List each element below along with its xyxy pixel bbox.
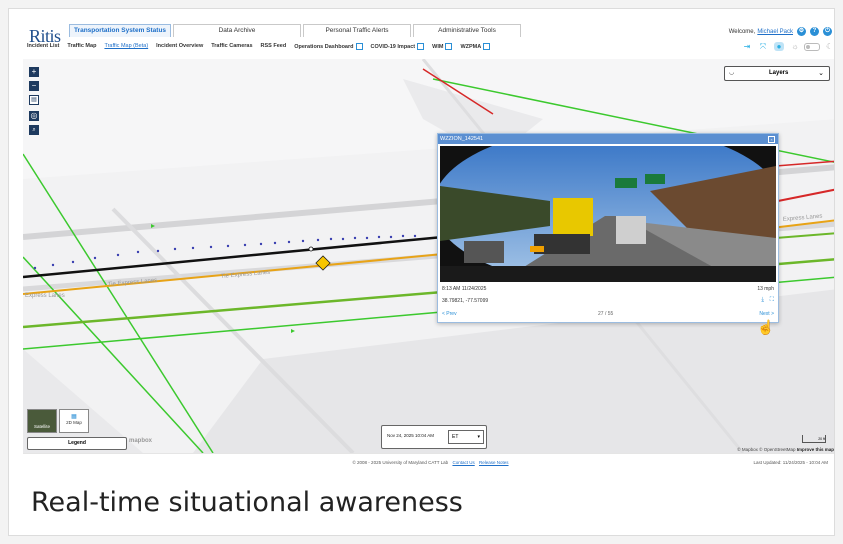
nav-wzpma[interactable]: WZPMA (460, 42, 491, 50)
nav-covid-19-impact[interactable]: COVID-19 Impact (370, 42, 425, 50)
camera-popup-header: WZZION_142541 × (438, 134, 778, 144)
slide-card: Ritis Transportation System Status Data … (8, 8, 835, 536)
sub-navigation: Incident List Traffic Map Traffic Map (B… (23, 40, 494, 52)
dark-mode-toggle[interactable] (804, 42, 820, 51)
ritis-app: Ritis Transportation System Status Data … (23, 23, 834, 471)
nav-traffic-cameras[interactable]: Traffic Cameras (211, 43, 252, 49)
app-header: Ritis Transportation System Status Data … (23, 23, 834, 60)
caret-down-icon: ▾ (477, 434, 480, 440)
fullscreen-icon[interactable]: ⤧ (758, 42, 768, 51)
layers-label: Layers (769, 70, 789, 76)
nav-wzpma-label: WZPMA (460, 43, 482, 50)
chevron-down-icon: ⌄ (818, 70, 824, 77)
external-link-icon (483, 42, 491, 50)
camera-scene (440, 146, 776, 282)
layers-icon: ◡ (729, 70, 735, 76)
map-icon: ▦ (71, 414, 77, 420)
timezone-value: ET (452, 434, 459, 440)
moon-icon[interactable]: ☾ (826, 42, 833, 51)
welcome-area: Welcome, Michael Pack ⚙ ? ⏻ (729, 27, 832, 36)
tab-data-archive[interactable]: Data Archive (173, 24, 301, 37)
logout-icon[interactable]: ⏻ (823, 27, 832, 36)
contact-us-link[interactable]: Contact Us (452, 460, 474, 465)
collapse-icon[interactable]: ⇥ (742, 42, 752, 51)
nav-traffic-map[interactable]: Traffic Map (67, 43, 96, 49)
satellite-toggle[interactable]: Satellite (27, 409, 57, 433)
slide-caption: Real-time situational awareness (31, 487, 463, 518)
user-name-link[interactable]: Michael Pack (757, 29, 793, 35)
attribution-text[interactable]: © Mapbox © OpenStreetMap (737, 447, 795, 452)
zoom-out-button[interactable]: − (29, 81, 39, 91)
app-footer: © 2008 - 2025 University of Maryland CAT… (23, 453, 834, 471)
locate-icon[interactable]: ◎ (29, 111, 39, 121)
legend-button[interactable]: Legend (27, 437, 127, 450)
nav-operations-dashboard[interactable]: Operations Dashboard (294, 42, 363, 50)
map-2d-toggle[interactable]: ▦ 2D Map (59, 409, 89, 433)
nav-incident-overview[interactable]: Incident Overview (156, 43, 203, 49)
camera-coords: 38.79821, -77.57099 (442, 298, 489, 304)
nav-incident-list[interactable]: Incident List (27, 43, 59, 49)
camera-timestamp: 8:13 AM 11/24/2025 (442, 286, 487, 292)
settings-icon[interactable]: ⚙ (797, 27, 806, 36)
expand-icon[interactable]: ⛶ (770, 297, 774, 304)
tab-transportation-system-status[interactable]: Transportation System Status (69, 24, 171, 37)
nav-traffic-map-beta[interactable]: Traffic Map (Beta) (104, 43, 148, 49)
welcome-text: Welcome, (728, 28, 756, 35)
road-label-1: Express Lanes (25, 293, 65, 299)
search-icon[interactable]: ⌕ (29, 125, 39, 135)
map-attribution: © Mapbox © OpenStreetMap Improve this ma… (737, 447, 834, 452)
nav-wim-label: WIM (432, 43, 444, 50)
map-scale: 20 ft (802, 435, 826, 443)
nav-wim[interactable]: WIM (432, 42, 453, 50)
layers-toggle-icon[interactable]: ▤ (29, 95, 39, 105)
traffic-map[interactable]: Express Lanes Tie Express Lanes Tie Expr… (23, 59, 834, 453)
nav-rss-feed[interactable]: RSS Feed (261, 43, 287, 49)
close-icon[interactable]: × (768, 136, 775, 143)
nav-operations-dashboard-label: Operations Dashboard (294, 43, 354, 50)
hand-cursor-icon: ☝ (757, 319, 775, 335)
camera-image (440, 146, 776, 282)
prev-button[interactable]: < Prev (442, 311, 457, 317)
camera-popup: WZZION_142541 × 8:13 AM 11/24/2025 13 mp… (437, 133, 779, 323)
camera-title: WZZION_142541 (440, 136, 484, 142)
map-tools: ⇥ ⤧ ● ☼ ☾ (736, 42, 833, 51)
map-2d-label: 2D Map (66, 420, 82, 425)
layers-dropdown[interactable]: ◡ Layers ⌄ (724, 66, 830, 81)
image-counter: 27 / 55 (598, 311, 614, 317)
help-icon[interactable]: ? (810, 27, 819, 36)
timezone-select[interactable]: ET ▾ (448, 430, 484, 444)
nav-covid-label: COVID-19 Impact (370, 43, 416, 50)
mapbox-logo: mapbox (129, 438, 153, 444)
release-notes-link[interactable]: Release Notes (479, 460, 509, 465)
copyright-text: © 2008 - 2025 University of Maryland CAT… (352, 460, 449, 465)
date-time-picker: Nov 24, 2025 10:04 AM ET ▾ (381, 425, 487, 449)
next-button[interactable]: Next > (759, 311, 774, 317)
chat-icon[interactable]: ● (774, 42, 784, 51)
tab-personal-traffic-alerts[interactable]: Personal Traffic Alerts (303, 24, 411, 37)
zoom-in-button[interactable]: + (29, 67, 39, 77)
tab-administrative-tools[interactable]: Administrative Tools (413, 24, 521, 37)
main-tabs: Transportation System Status Data Archiv… (69, 24, 523, 38)
external-link-icon (445, 42, 453, 50)
current-datetime[interactable]: Nov 24, 2025 10:04 AM (387, 433, 434, 438)
improve-map-link[interactable]: Improve this map (797, 447, 834, 452)
last-updated: Last Updated: 11/24/2025 - 10:04 AM (753, 460, 828, 465)
download-icon[interactable]: ⤓ (761, 297, 764, 304)
camera-speed: 13 mph (757, 286, 774, 292)
sun-icon[interactable]: ☼ (790, 42, 800, 51)
external-link-icon (417, 42, 425, 50)
external-link-icon (355, 42, 363, 50)
